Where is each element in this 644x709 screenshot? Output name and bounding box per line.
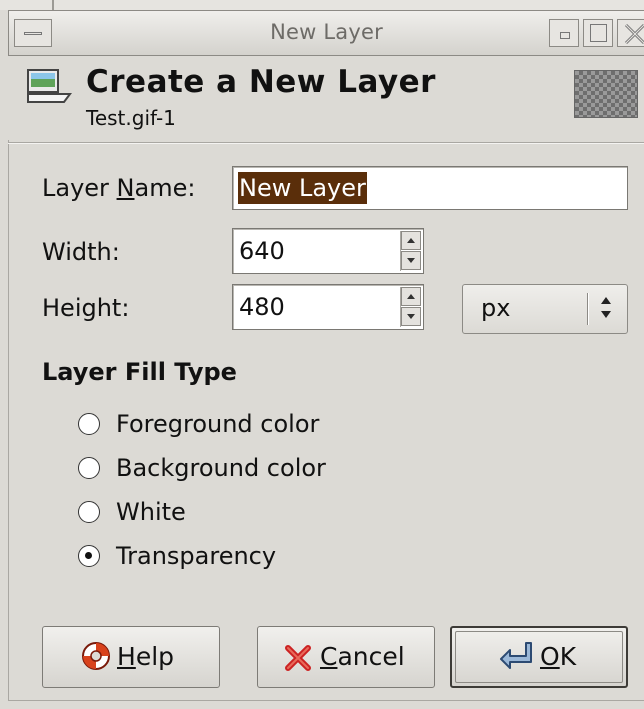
ok-rest: K: [559, 642, 577, 671]
maximize-button[interactable]: [583, 19, 613, 47]
cancel-mnemonic: C: [320, 642, 338, 671]
radio-indicator: [78, 501, 100, 523]
dialog-title: Create a New Layer: [86, 64, 436, 100]
enter-arrow-icon: [500, 642, 532, 669]
help-button-label: Help: [117, 642, 174, 671]
top-strip: [0, 0, 644, 10]
height-value: 480: [239, 293, 285, 321]
layer-name-input[interactable]: New Layer: [232, 166, 628, 210]
radio-indicator: [78, 413, 100, 435]
height-label: Height:: [42, 294, 130, 322]
width-value: 640: [239, 237, 285, 265]
cancel-rest: ancel: [337, 642, 405, 671]
fill-type-heading: Layer Fill Type: [42, 358, 237, 386]
ok-button-label: OK: [540, 642, 576, 671]
close-button[interactable]: [617, 19, 644, 47]
ok-button[interactable]: OK: [450, 626, 628, 688]
window-bottom-border: [8, 700, 644, 701]
width-spin-buttons: [400, 231, 421, 271]
layer-name-label-pre: Layer: [42, 174, 117, 202]
up-down-arrows-icon: [601, 297, 613, 321]
header-separator: [8, 142, 644, 144]
image-name: Test.gif-1: [86, 106, 176, 130]
new-layer-icon: [27, 69, 72, 103]
minimize-icon: [560, 32, 570, 39]
width-label: Width:: [42, 238, 120, 266]
unit-value: px: [481, 294, 511, 322]
height-spin-buttons: [400, 287, 421, 327]
help-rest: elp: [135, 642, 175, 671]
unit-selector[interactable]: px: [462, 284, 628, 334]
width-decrement-button[interactable]: [401, 251, 421, 270]
radio-label: Foreground color: [116, 410, 320, 438]
strip-notch: [52, 0, 54, 10]
help-button[interactable]: Help: [42, 626, 220, 688]
dialog-header: Create a New Layer Test.gif-1: [8, 56, 644, 140]
radio-label: White: [116, 498, 186, 526]
cancel-button[interactable]: Cancel: [257, 626, 435, 688]
window-titlebar[interactable]: New Layer: [8, 10, 644, 56]
layer-name-label-post: ame:: [134, 174, 196, 202]
layer-preview-thumbnail: [574, 70, 638, 118]
close-icon: [624, 23, 644, 45]
layer-name-selected-text: New Layer: [238, 172, 367, 204]
maximize-icon: [590, 24, 607, 42]
layer-name-label-mnemonic: N: [116, 174, 135, 202]
radio-indicator: [78, 457, 100, 479]
radio-label: Transparency: [116, 542, 277, 570]
window-border: [8, 56, 9, 701]
cancel-x-icon: [285, 645, 311, 671]
radio-indicator-checked: [78, 545, 100, 567]
ok-focus-ring: [455, 631, 623, 683]
radio-label: Background color: [116, 454, 326, 482]
minimize-button[interactable]: [549, 19, 579, 47]
unit-divider: [587, 293, 589, 325]
layer-name-label: Layer Name:: [42, 174, 195, 202]
ok-mnemonic: O: [540, 642, 560, 671]
help-mnemonic: H: [117, 642, 136, 671]
cancel-button-label: Cancel: [320, 642, 405, 671]
height-increment-button[interactable]: [401, 287, 421, 306]
height-decrement-button[interactable]: [401, 307, 421, 326]
lifebuoy-icon: [82, 642, 110, 670]
width-spinbox[interactable]: 640: [232, 228, 424, 274]
height-spinbox[interactable]: 480: [232, 284, 424, 330]
width-increment-button[interactable]: [401, 231, 421, 250]
